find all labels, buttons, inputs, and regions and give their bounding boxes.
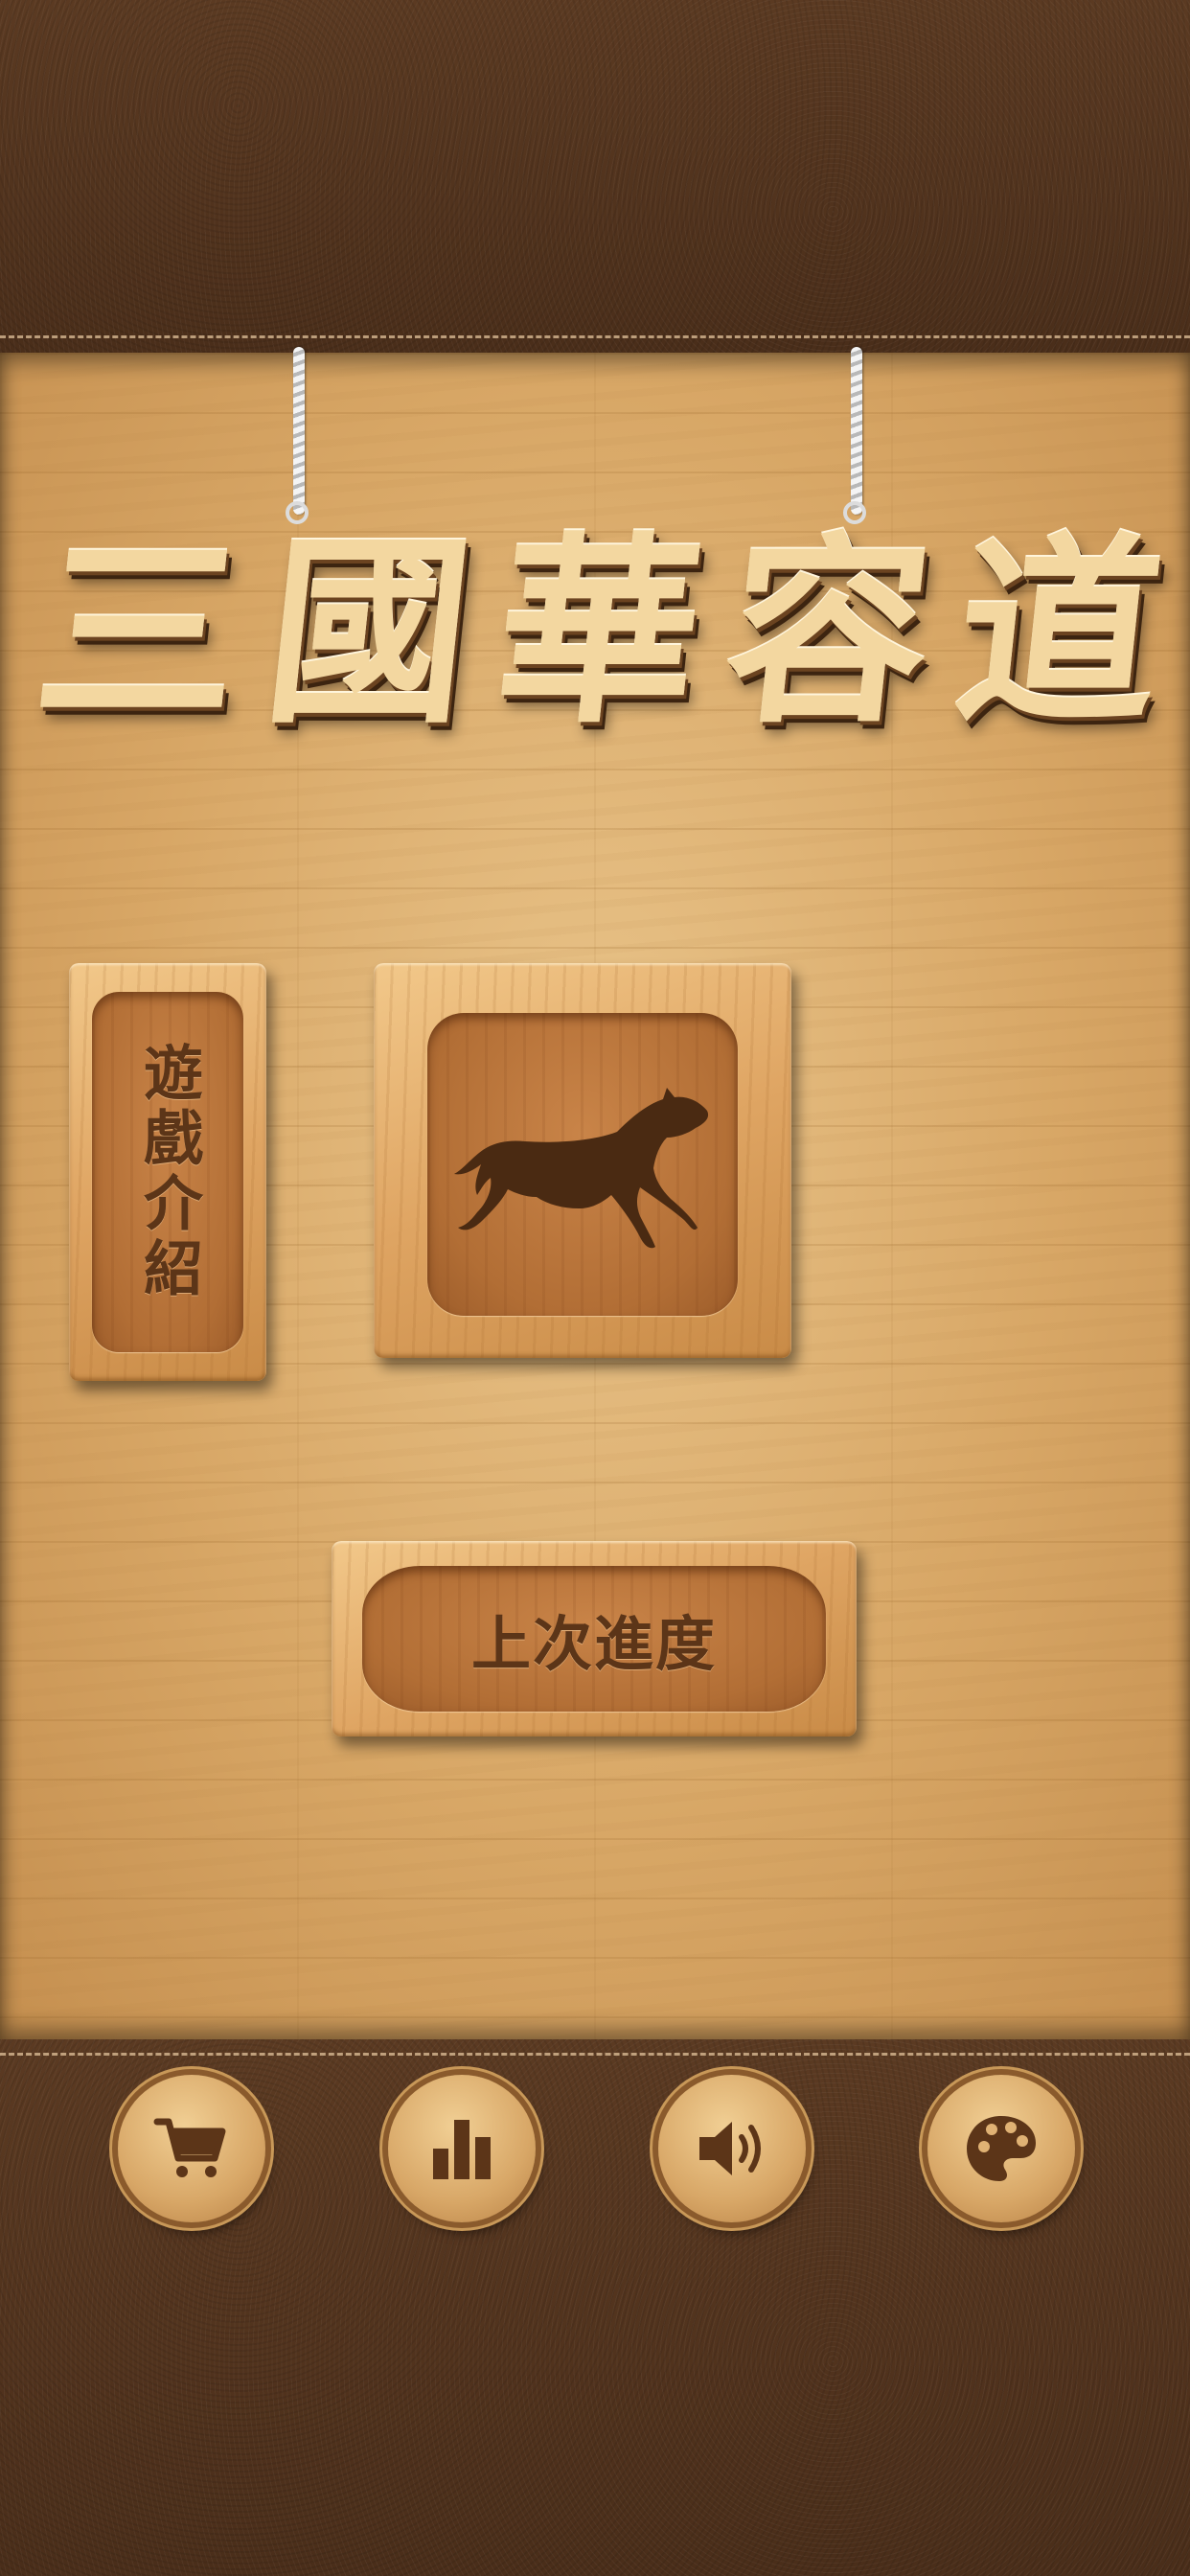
continue-progress-panel: 上次進度: [362, 1566, 826, 1712]
bar-chart-icon: [433, 2120, 491, 2179]
start-game-button[interactable]: [374, 963, 791, 1358]
top-leather-panel: [0, 0, 1190, 353]
top-stitching: [0, 335, 1190, 338]
horse-icon: [454, 1088, 709, 1249]
game-intro-panel: 遊戲介紹: [92, 992, 243, 1352]
game-title: 三 國 華 容 道: [26, 498, 1172, 767]
game-intro-label: 遊戲介紹: [133, 1042, 203, 1302]
continue-progress-button[interactable]: 上次進度: [332, 1541, 857, 1736]
title-char: 道: [946, 514, 1172, 750]
start-game-panel: [427, 1013, 738, 1316]
cart-icon: [153, 2118, 226, 2177]
title-char: 國: [256, 514, 483, 750]
shop-button[interactable]: [118, 2075, 265, 2222]
hanging-rope-right: [843, 347, 866, 524]
title-char: 華: [486, 514, 713, 750]
speaker-icon: [699, 2122, 761, 2175]
theme-button[interactable]: [927, 2075, 1075, 2222]
hanging-rope-left: [286, 347, 309, 524]
game-intro-button[interactable]: 遊戲介紹: [69, 963, 266, 1381]
continue-progress-label: 上次進度: [470, 1609, 717, 1679]
bottom-stitching: [0, 2053, 1190, 2056]
title-char: 三: [26, 514, 253, 750]
leaderboard-button[interactable]: [388, 2075, 536, 2222]
title-char: 容: [716, 514, 943, 750]
sound-toggle-button[interactable]: [658, 2075, 806, 2222]
palette-icon: [967, 2116, 1036, 2181]
